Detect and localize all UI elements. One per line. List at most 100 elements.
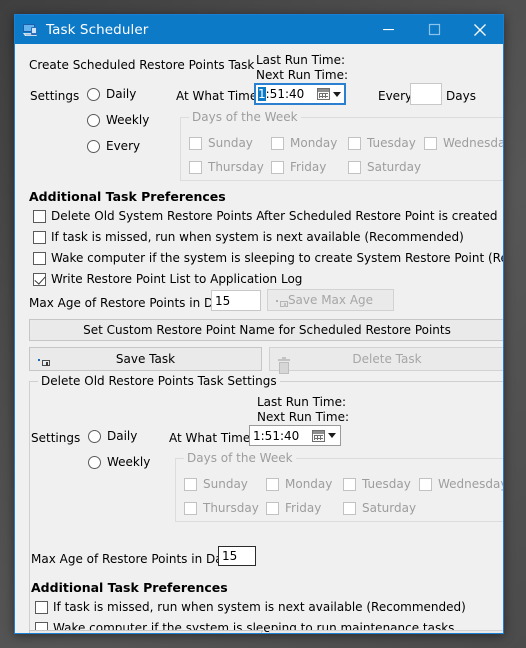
create-pref-write-log-label: Write Restore Point List to Application …: [51, 272, 303, 286]
create-days-of-week-group: Days of the Week Sunday Monday Tuesday W…: [180, 110, 503, 181]
delete-day-thursday[interactable]: Thursday: [184, 501, 259, 515]
create-day-sunday-label: Sunday: [208, 136, 253, 150]
create-save-task-button[interactable]: Save Task: [29, 347, 262, 371]
create-radio-daily[interactable]: Daily: [87, 87, 136, 101]
delete-day-monday-label: Monday: [285, 477, 333, 491]
radio-indicator-every: [87, 139, 100, 153]
delete-task-group-title: Delete Old Restore Points Task Settings: [38, 374, 280, 388]
delete-last-run-label: Last Run Time:: [257, 395, 347, 409]
window-title: Task Scheduler: [46, 21, 149, 38]
create-pref-missed-task[interactable]: If task is missed, run when system is ne…: [33, 230, 464, 244]
create-pref-write-log[interactable]: Write Restore Point List to Application …: [33, 272, 302, 286]
delete-day-thursday-label: Thursday: [203, 501, 259, 515]
delete-day-friday[interactable]: Friday: [266, 501, 321, 515]
delete-prefs-heading: Additional Task Preferences: [31, 580, 228, 595]
chevron-down-icon[interactable]: [333, 91, 341, 97]
create-day-thursday[interactable]: Thursday: [189, 160, 264, 174]
create-day-wednesday-label: Wednesday: [443, 136, 503, 150]
window-controls: [365, 15, 503, 44]
create-pref-wake-computer[interactable]: Wake computer if the system is sleeping …: [33, 251, 503, 265]
delete-time-value: 1:51:40: [253, 428, 300, 443]
create-max-age-input[interactable]: 15: [211, 290, 261, 311]
create-settings-label: Settings: [30, 89, 80, 103]
create-day-wednesday[interactable]: Wednesday: [424, 136, 503, 150]
create-day-saturday-label: Saturday: [367, 160, 422, 174]
close-button[interactable]: [457, 15, 503, 44]
calendar-icon[interactable]: [317, 88, 330, 100]
checkbox-delete-thursday: [184, 501, 197, 515]
delete-radio-daily[interactable]: Daily: [88, 429, 137, 443]
create-last-run-label: Last Run Time:: [256, 53, 346, 67]
delete-day-wednesday[interactable]: Wednesday: [419, 477, 503, 491]
set-custom-restore-point-name-button[interactable]: Set Custom Restore Point Name for Schedu…: [29, 319, 503, 341]
create-day-thursday-label: Thursday: [208, 160, 264, 174]
delete-radio-weekly[interactable]: Weekly: [88, 455, 150, 469]
chevron-down-icon-delete[interactable]: [328, 433, 336, 438]
create-day-monday[interactable]: Monday: [271, 136, 337, 150]
create-every-label: Every: [378, 89, 413, 103]
window-client-area: Create Scheduled Restore Points Task Las…: [15, 44, 503, 633]
checkbox-wake-computer: [33, 251, 46, 265]
delete-day-friday-label: Friday: [285, 501, 322, 515]
delete-day-sunday-label: Sunday: [203, 477, 248, 491]
delete-day-tuesday-label: Tuesday: [362, 477, 411, 491]
checkbox-sunday: [189, 136, 202, 150]
minimize-icon: [382, 29, 394, 31]
delete-pref-missed-task[interactable]: If task is missed, run when system is ne…: [35, 600, 466, 614]
create-every-days-input[interactable]: [410, 83, 442, 105]
checkbox-tuesday: [348, 136, 361, 150]
delete-day-saturday[interactable]: Saturday: [343, 501, 416, 515]
create-task-heading: Create Scheduled Restore Points Task: [29, 58, 255, 72]
create-delete-task-button: Delete Task: [269, 347, 503, 374]
window-title-bar[interactable]: Task Scheduler: [15, 15, 503, 44]
checkbox-delete-run-when-missed: [35, 600, 48, 614]
create-radio-every[interactable]: Every: [87, 139, 140, 153]
create-day-sunday[interactable]: Sunday: [189, 136, 253, 150]
create-radio-weekly-label: Weekly: [106, 113, 150, 127]
create-day-friday[interactable]: Friday: [271, 160, 326, 174]
create-save-task-label: Save Task: [115, 352, 176, 366]
delete-pref-missed-task-label: If task is missed, run when system is ne…: [53, 600, 466, 614]
delete-max-age-input[interactable]: 15: [218, 546, 256, 566]
create-pref-wake-computer-label: Wake computer if the system is sleeping …: [51, 251, 503, 265]
delete-day-sunday[interactable]: Sunday: [184, 477, 248, 491]
save-max-age-button: Save Max Age: [267, 289, 394, 311]
save-max-age-label: Save Max Age: [287, 293, 374, 307]
checkbox-delete-wednesday: [419, 477, 432, 491]
create-radio-weekly[interactable]: Weekly: [87, 113, 149, 127]
maximize-icon: [428, 23, 440, 36]
checkbox-run-when-missed: [33, 230, 46, 244]
checkbox-delete-old-restore-points: [33, 209, 46, 223]
create-day-tuesday[interactable]: Tuesday: [348, 136, 416, 150]
task-scheduler-window: Task Scheduler Create Scheduled Restore …: [14, 14, 504, 634]
checkbox-saturday: [348, 160, 361, 174]
create-radio-every-label: Every: [106, 139, 141, 153]
delete-day-tuesday[interactable]: Tuesday: [343, 477, 411, 491]
radio-indicator-delete-daily: [88, 429, 101, 443]
delete-radio-weekly-label: Weekly: [107, 455, 151, 469]
delete-time-picker[interactable]: 1:51:40: [249, 425, 341, 446]
create-pref-delete-old[interactable]: Delete Old System Restore Points After S…: [33, 209, 498, 223]
close-icon: [474, 23, 486, 36]
create-day-tuesday-label: Tuesday: [367, 136, 416, 150]
create-time-selected-segment: 1: [258, 87, 266, 101]
delete-day-monday[interactable]: Monday: [266, 477, 332, 491]
delete-save-task-button[interactable]: Save Task: [29, 630, 262, 633]
set-custom-name-label: Set Custom Restore Point Name for Schedu…: [83, 323, 451, 337]
delete-next-run-label: Next Run Time:: [257, 410, 350, 424]
computer-icon: [22, 22, 39, 38]
radio-indicator-weekly: [87, 113, 100, 127]
create-days-unit-label: Days: [446, 89, 476, 103]
checkbox-monday: [271, 136, 284, 150]
delete-max-age-label: Max Age of Restore Points in Days: [31, 552, 236, 566]
maximize-button[interactable]: [411, 15, 457, 44]
create-time-picker[interactable]: 1:51:40: [254, 83, 346, 105]
create-day-saturday[interactable]: Saturday: [348, 160, 421, 174]
create-day-monday-label: Monday: [290, 136, 338, 150]
create-time-label: At What Time:: [176, 89, 262, 103]
delete-day-saturday-label: Saturday: [362, 501, 417, 515]
create-pref-missed-task-label: If task is missed, run when system is ne…: [51, 230, 464, 244]
calendar-icon-delete[interactable]: [312, 429, 325, 442]
minimize-button[interactable]: [365, 15, 411, 44]
checkbox-delete-friday: [266, 501, 279, 515]
